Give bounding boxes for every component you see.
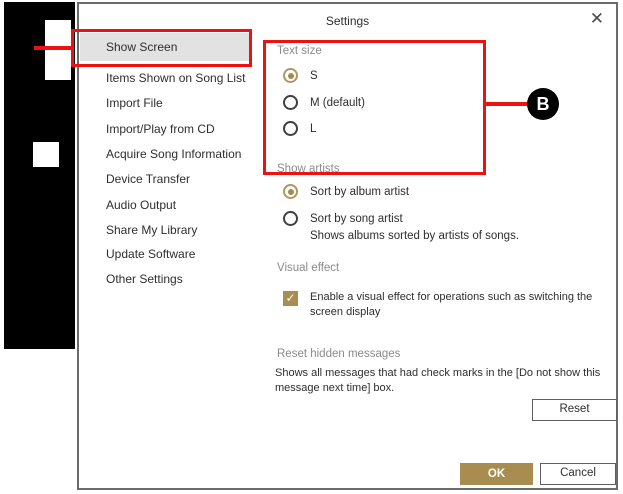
background-app-element	[45, 20, 71, 80]
sidebar-item-other-settings[interactable]: Other Settings	[80, 266, 250, 292]
dialog-title: Settings	[79, 14, 616, 28]
sidebar-item-acquire-song-information[interactable]: Acquire Song Information	[80, 141, 250, 167]
annotation-label-b: B	[527, 88, 559, 120]
sidebar-item-device-transfer[interactable]: Device Transfer	[80, 166, 250, 192]
annotation-rect-show-screen	[71, 29, 252, 67]
sort-by-song-artist-note: Shows albums sorted by artists of songs.	[310, 230, 519, 242]
section-label-visual-effect: Visual effect	[277, 262, 339, 274]
section-label-reset-hidden-messages: Reset hidden messages	[277, 348, 400, 360]
annotation-leader-line-b	[486, 102, 529, 106]
radio-option-sort-by-song-artist[interactable]: Sort by song artist	[283, 211, 403, 226]
close-icon[interactable]: ✕	[590, 9, 604, 29]
radio-unselected-icon[interactable]	[283, 211, 298, 226]
sidebar-item-audio-output[interactable]: Audio Output	[80, 192, 250, 218]
sidebar-item-update-software[interactable]: Update Software	[80, 241, 250, 267]
sidebar-item-items-shown-on-song-list[interactable]: Items Shown on Song List	[80, 65, 250, 91]
checkbox-checked-icon[interactable]: ✓	[283, 291, 298, 306]
sidebar-item-share-my-library[interactable]: Share My Library	[80, 217, 250, 243]
checkbox-option-visual-effect[interactable]: ✓ Enable a visual effect for operations …	[283, 290, 610, 320]
annotation-leader-line-show-screen	[34, 46, 71, 50]
checkbox-label: Enable a visual effect for operations su…	[310, 290, 610, 320]
sidebar-item-import-file[interactable]: Import File	[80, 90, 250, 116]
annotation-rect-text-size	[263, 40, 486, 175]
background-app-element	[33, 142, 59, 167]
background-app-strip	[4, 2, 75, 349]
radio-option-sort-by-album-artist[interactable]: Sort by album artist	[283, 184, 409, 199]
screen: Settings ✕ Show Screen Items Shown on So…	[0, 0, 623, 494]
radio-label: Sort by song artist	[310, 213, 403, 225]
radio-label: Sort by album artist	[310, 186, 409, 198]
sidebar-item-import-play-from-cd[interactable]: Import/Play from CD	[80, 116, 250, 142]
ok-button[interactable]: OK	[460, 463, 533, 485]
reset-hidden-messages-description: Shows all messages that had check marks …	[275, 366, 617, 396]
reset-button[interactable]: Reset	[532, 399, 617, 421]
cancel-button[interactable]: Cancel	[540, 463, 616, 485]
radio-selected-icon[interactable]	[283, 184, 298, 199]
